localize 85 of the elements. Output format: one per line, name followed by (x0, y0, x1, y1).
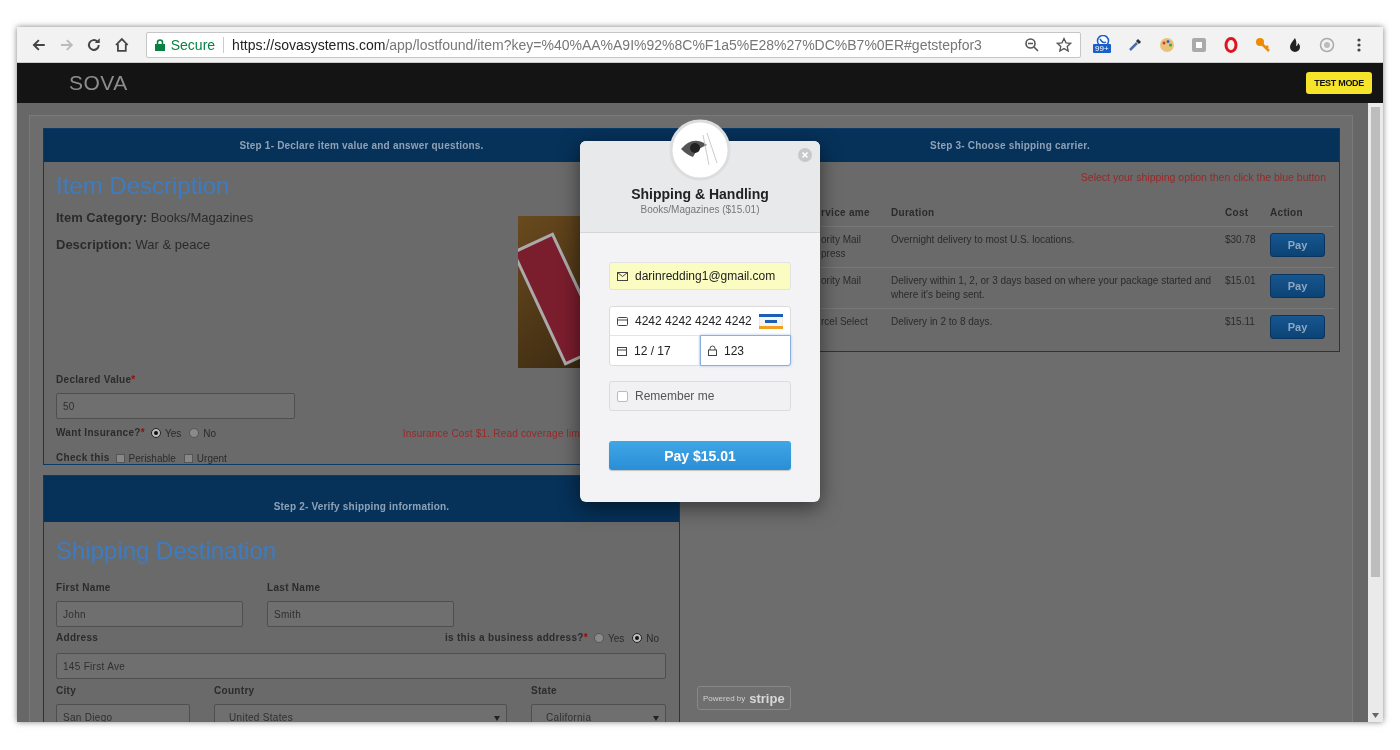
table-cell-text: ority Mail (821, 274, 862, 288)
pay-button[interactable]: Pay (1270, 233, 1325, 257)
mail-icon (617, 271, 628, 281)
section-title: Shipping Destination (56, 536, 278, 566)
declared-value-field[interactable]: 50 (56, 393, 295, 419)
radio-button[interactable] (593, 633, 604, 643)
item-detail: Item Category: Books/Magazines (56, 209, 254, 227)
scroll-down-icon[interactable] (1372, 713, 1379, 718)
pay-button[interactable]: Pay (1270, 274, 1325, 298)
expiry-field[interactable]: 12 / 17 (610, 336, 700, 365)
zoom-icon[interactable] (1024, 36, 1041, 53)
field-label: Address (56, 631, 99, 645)
lock-icon (708, 345, 717, 356)
column-header: rvice ame (821, 206, 871, 220)
field-label: is this a business address?* (444, 631, 588, 645)
field-label: Last Name (267, 581, 322, 595)
radio-button[interactable] (632, 633, 643, 643)
url-text[interactable]: https://sovasystems.com/app/lostfound/item?key=%40%AA%A9I%92%8C%F1a5%E28%27%DC%B7%0ER#getstepfor3 (232, 36, 1017, 53)
scrollbar[interactable] (1368, 103, 1383, 722)
table-cell-text: Delivery in 2 to 8 days. (890, 315, 994, 329)
column-header: Cost (1225, 206, 1250, 220)
field-label: Want Insurance?* (56, 426, 145, 440)
column-header: Duration (890, 206, 936, 220)
secure-label: Secure (170, 36, 216, 53)
section-title: Item Description (56, 171, 231, 201)
radio-label: Yes (607, 632, 625, 644)
checkbox[interactable] (183, 453, 193, 463)
test-mode-badge: TEST MODE (1306, 72, 1372, 94)
star-icon[interactable] (1056, 36, 1073, 53)
first-name-field[interactable]: John (56, 601, 243, 627)
city-field[interactable]: San Diego (56, 704, 190, 722)
country-select[interactable]: United States (214, 704, 507, 722)
checkbox-label: Urgent (196, 452, 227, 464)
calendar-icon (617, 345, 627, 356)
shipping-hint: Select your shipping option then click the blue button (1079, 170, 1327, 184)
pay-button[interactable]: Pay (1270, 315, 1325, 339)
cvc-field[interactable]: 123 (700, 335, 791, 366)
eyedropper-icon[interactable] (1127, 36, 1144, 53)
address-field[interactable]: 145 First Ave (56, 653, 666, 679)
table-cell-text: $15.01 (1225, 274, 1257, 288)
item-detail: Description: War & peace (56, 236, 212, 254)
lock-icon (154, 38, 165, 51)
step-header: Step 2- Verify shipping information. (44, 476, 679, 522)
caret-icon (653, 716, 659, 721)
radio-label: No (203, 427, 217, 439)
reload-icon[interactable] (86, 36, 103, 53)
key-icon[interactable] (1255, 36, 1272, 53)
radio-label: Yes (164, 427, 182, 439)
square-icon[interactable] (1191, 36, 1208, 53)
field-label: State (531, 684, 558, 698)
table-cell-text: ority Mail press (821, 233, 862, 261)
card-number-field[interactable]: 4242 4242 4242 4242 (610, 307, 790, 336)
pay-button[interactable]: Pay $15.01 (609, 441, 791, 470)
powered-by-label: Powered by (703, 693, 746, 703)
column-header: Action (1270, 206, 1304, 220)
count-badge: 99+ (1093, 43, 1111, 53)
checkbox-label: Perishable (128, 452, 176, 464)
field-label: Declared Value* (56, 373, 137, 387)
stripe-logo[interactable]: stripe (749, 690, 785, 706)
table-cell-text: $30.78 (1225, 233, 1257, 247)
table-cell-text: Overnight delivery to most U.S. locations. (890, 233, 1076, 247)
palette-icon[interactable] (1159, 36, 1176, 53)
radio-label: No (646, 632, 659, 644)
table-cell-text: $15.11 (1225, 315, 1256, 329)
checkbox-label: Remember me (635, 389, 715, 403)
checkbox[interactable] (115, 453, 125, 463)
radio-button[interactable] (150, 428, 161, 438)
table-cell-text: Delivery within 1, 2, or 3 days based on where your package started and where it's being sent. (890, 274, 1213, 302)
logo[interactable]: SOVA (69, 71, 128, 95)
modal-title: Shipping & Handling (630, 185, 770, 203)
field-label: City (56, 684, 78, 698)
caret-icon (494, 716, 500, 721)
field-label: Check this (56, 451, 110, 465)
field-label: Country (214, 684, 256, 698)
email-field[interactable]: darinredding1@gmail.com (609, 262, 791, 290)
ring-icon[interactable] (1223, 36, 1240, 53)
state-select[interactable]: California (531, 704, 666, 722)
card-brand-icon (758, 313, 783, 329)
last-name-field[interactable]: Smith (267, 601, 454, 627)
card-icon (617, 316, 628, 326)
radio-button[interactable] (189, 428, 200, 438)
home-icon[interactable] (114, 36, 130, 53)
checkbox[interactable] (617, 390, 628, 402)
modal-subtitle: Books/Magazines ($15.01) (639, 203, 761, 217)
field-label: First Name (56, 581, 112, 595)
